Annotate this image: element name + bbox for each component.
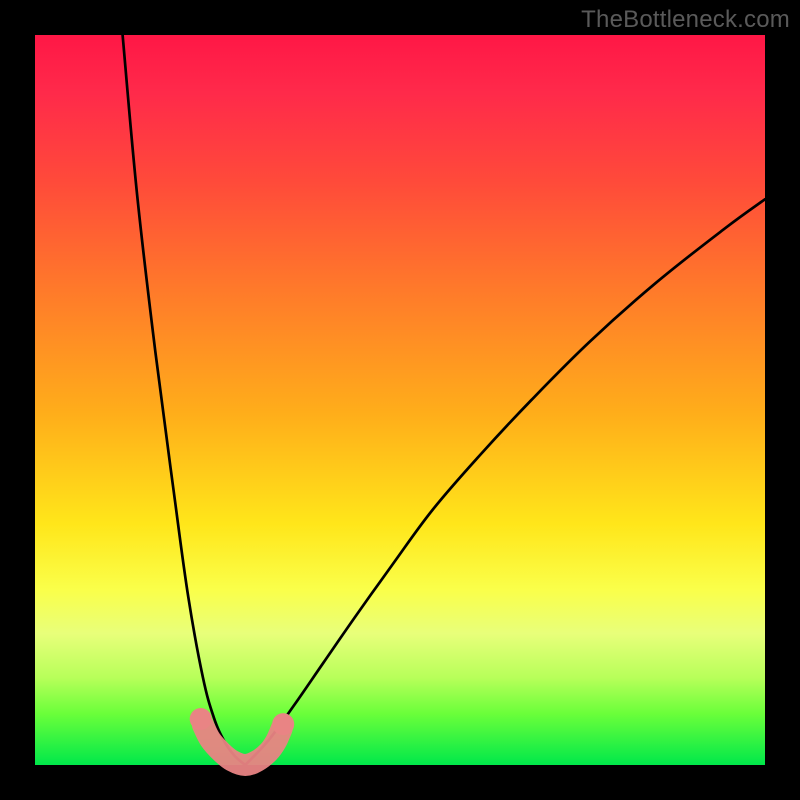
chart-frame: TheBottleneck.com: [0, 0, 800, 800]
plot-area: [35, 35, 765, 765]
watermark-text: TheBottleneck.com: [581, 6, 790, 34]
